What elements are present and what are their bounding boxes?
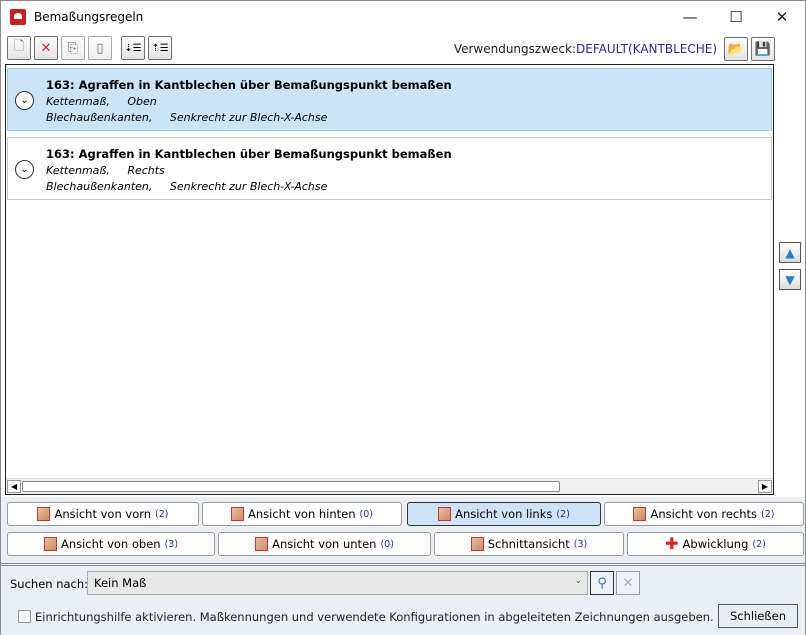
view-top-button[interactable]: Ansicht von oben (3) bbox=[7, 532, 215, 556]
scroll-left-icon[interactable]: ◀ bbox=[7, 480, 21, 493]
view-label: Ansicht von rechts bbox=[650, 507, 758, 521]
new-document-icon: 🗋 bbox=[13, 39, 25, 54]
dialog-window: Bemaßungsregeln — ☐ ✕ 🗋 ✕ ⎘ ▯ ⇣☰ ⇡☰ Verw… bbox=[0, 0, 806, 635]
arrow-down-icon: ▼ bbox=[785, 272, 795, 287]
chevron-down-icon: ⌄ bbox=[574, 576, 582, 586]
open-config-button[interactable]: 📂 bbox=[724, 37, 748, 61]
rule-title: 163: Agraffen in Kantblechen über Bemaßu… bbox=[46, 78, 452, 92]
view-count: (2) bbox=[752, 538, 766, 550]
collapse-all-button[interactable]: ⇡☰ bbox=[148, 36, 172, 60]
view-count: (3) bbox=[573, 538, 588, 550]
search-combobox[interactable]: Kein Maß ⌄ bbox=[87, 571, 588, 595]
rules-list: ⌄ 163: Agraffen in Kantblechen über Bema… bbox=[5, 64, 774, 495]
move-down-button[interactable]: ▼ bbox=[779, 269, 801, 290]
rule-detail: Blechaußenkanten, Senkrecht zur Blech-X-… bbox=[46, 111, 328, 124]
expand-all-button[interactable]: ⇣☰ bbox=[121, 36, 145, 60]
view-unfold-button[interactable]: ✚ Abwicklung (2) bbox=[627, 532, 804, 556]
rule-detail: Blechaußenkanten, Senkrecht zur Blech-X-… bbox=[46, 180, 328, 193]
purpose-display: Verwendungszweck:DEFAULT(KANTBLECHE) bbox=[454, 42, 717, 56]
view-label: Ansicht von oben bbox=[60, 537, 161, 551]
expand-chevron-icon[interactable]: ⌄ bbox=[15, 160, 34, 179]
title-bar: Bemaßungsregeln — ☐ ✕ bbox=[1, 1, 805, 33]
arrow-up-icon: ▲ bbox=[785, 245, 795, 260]
copy-button[interactable]: ⎘ bbox=[61, 36, 85, 60]
search-icon: ⚲ bbox=[597, 575, 607, 591]
maximize-button[interactable]: ☐ bbox=[713, 1, 759, 33]
view-back-button[interactable]: Ansicht von hinten (0) bbox=[202, 502, 402, 526]
view-left-button[interactable]: Ansicht von links (2) bbox=[407, 502, 601, 526]
cube-back-icon bbox=[230, 507, 244, 521]
purpose-label: Verwendungszweck: bbox=[453, 42, 576, 56]
view-count: (2) bbox=[761, 508, 775, 520]
view-label: Ansicht von links bbox=[455, 507, 553, 521]
paste-button[interactable]: ▯ bbox=[88, 36, 112, 60]
view-right-button[interactable]: Ansicht von rechts (2) bbox=[604, 502, 804, 526]
splitter[interactable] bbox=[1, 563, 805, 566]
expand-chevron-icon[interactable]: ⌄ bbox=[15, 91, 34, 110]
minimize-button[interactable]: — bbox=[667, 1, 713, 33]
clear-search-button[interactable]: ✕ bbox=[616, 571, 640, 595]
cube-right-icon bbox=[633, 507, 647, 521]
setup-help-label: Einrichtungshilfe aktivieren. Maßkennung… bbox=[35, 610, 714, 624]
search-button[interactable]: ⚲ bbox=[590, 571, 614, 595]
delete-icon: ✕ bbox=[40, 40, 52, 56]
view-count: (0) bbox=[380, 538, 394, 550]
clear-search-icon: ✕ bbox=[622, 575, 634, 591]
horizontal-scrollbar[interactable]: ◀ ▶ bbox=[6, 478, 773, 494]
view-bottom-button[interactable]: Ansicht von unten (0) bbox=[218, 532, 431, 556]
delete-rule-button[interactable]: ✕ bbox=[34, 36, 58, 60]
close-window-button[interactable]: ✕ bbox=[759, 1, 805, 33]
view-count: (2) bbox=[556, 508, 570, 520]
scroll-right-icon[interactable]: ▶ bbox=[758, 480, 772, 493]
rule-detail: Kettenmaß, Oben bbox=[46, 95, 157, 108]
collapse-all-icon: ⇡☰ bbox=[151, 42, 169, 54]
unfold-cross-icon: ✚ bbox=[665, 534, 679, 553]
rule-item[interactable]: ⌄ 163: Agraffen in Kantblechen über Bema… bbox=[7, 137, 772, 200]
rule-detail: Kettenmaß, Rechts bbox=[46, 164, 165, 177]
save-config-button[interactable]: 💾 bbox=[751, 37, 775, 61]
search-value: Kein Maß bbox=[94, 576, 147, 590]
paste-icon: ▯ bbox=[96, 40, 104, 56]
copy-icon: ⎘ bbox=[67, 40, 79, 56]
view-section-button[interactable]: Schnittansicht (3) bbox=[434, 532, 624, 556]
view-count: (3) bbox=[164, 538, 179, 550]
bottom-panel: Ansicht von vorn (2) Ansicht von hinten (0… bbox=[1, 497, 805, 635]
view-front-button[interactable]: Ansicht von vorn (2) bbox=[7, 502, 199, 526]
view-label: Schnittansicht bbox=[487, 537, 570, 551]
expand-all-icon: ⇣☰ bbox=[124, 42, 142, 54]
rule-title: 163: Agraffen in Kantblechen über Bemaßu… bbox=[46, 147, 452, 161]
scroll-thumb[interactable] bbox=[22, 481, 560, 492]
search-label: Suchen nach: bbox=[10, 577, 89, 591]
window-title: Bemaßungsregeln bbox=[34, 10, 144, 24]
cube-front-icon bbox=[37, 507, 51, 521]
move-up-button[interactable]: ▲ bbox=[779, 242, 801, 263]
rule-item[interactable]: ⌄ 163: Agraffen in Kantblechen über Bema… bbox=[7, 68, 772, 131]
view-label: Ansicht von hinten bbox=[247, 507, 356, 521]
cube-left-icon bbox=[438, 507, 452, 521]
cube-top-icon bbox=[43, 537, 57, 551]
cube-bottom-icon bbox=[255, 537, 269, 551]
view-label: Abwicklung bbox=[682, 537, 749, 551]
view-label: Ansicht von vorn bbox=[54, 507, 152, 521]
view-count: (0) bbox=[359, 508, 374, 520]
purpose-value: DEFAULT(KANTBLECHE) bbox=[576, 42, 717, 56]
view-count: (2) bbox=[155, 508, 169, 520]
save-icon: 💾 bbox=[754, 41, 772, 57]
setup-help-checkbox[interactable] bbox=[18, 610, 31, 623]
close-button[interactable]: Schließen bbox=[718, 604, 798, 628]
new-rule-button[interactable]: 🗋 bbox=[7, 36, 31, 60]
folder-open-icon: 📂 bbox=[727, 41, 745, 57]
app-icon bbox=[10, 9, 26, 25]
view-label: Ansicht von unten bbox=[272, 537, 377, 551]
section-cube-icon bbox=[470, 537, 484, 551]
